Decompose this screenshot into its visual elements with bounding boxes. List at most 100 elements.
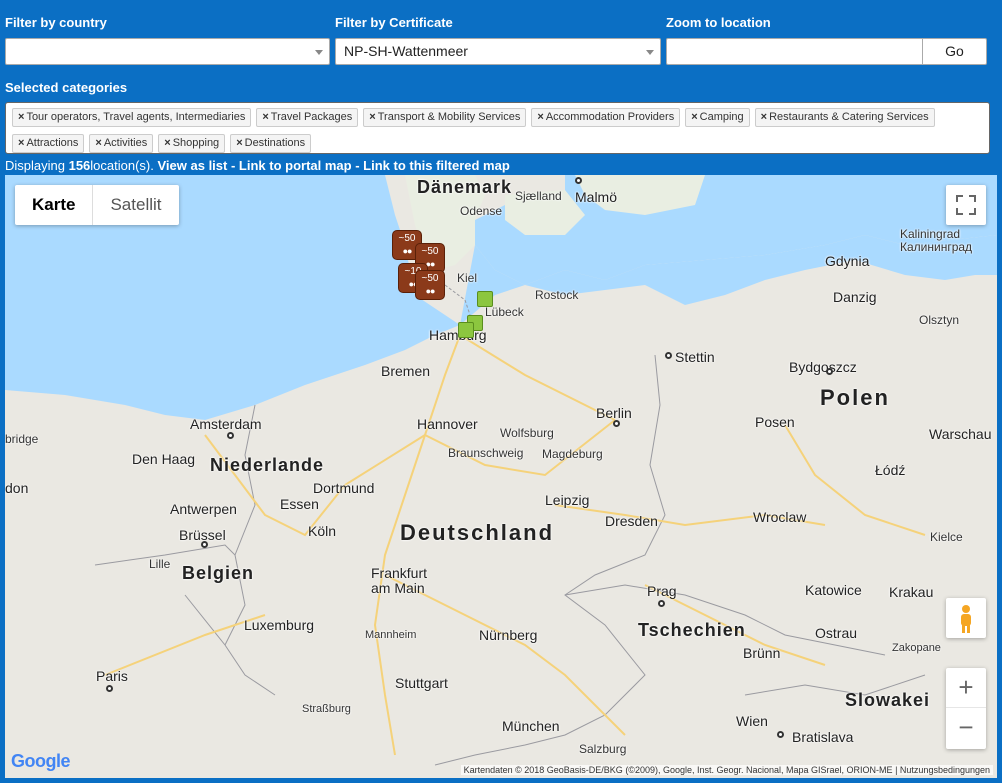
cluster-count: ~50 [398,233,416,244]
place-label: Wolfsburg [500,426,554,440]
place-label: Łódź [875,462,906,478]
place-label: Berlin [596,405,632,421]
category-chip[interactable]: × Destinations [230,134,312,153]
remove-icon[interactable]: × [691,111,697,123]
google-logo: Google [11,751,71,772]
country-filter-label: Filter by country [5,15,107,30]
remove-icon[interactable]: × [164,137,170,149]
portal-map-link[interactable]: Link to portal map [239,158,352,173]
city-dot [106,685,113,692]
info-suffix: location(s). [90,158,158,173]
place-label: Zakopane [892,642,941,654]
selected-categories-label: Selected categories [5,80,128,95]
place-label: Danzig [833,289,877,305]
place-label: Bydgoszcz [789,359,857,375]
cluster-count: ~50 [421,246,439,257]
place-label: Nürnberg [479,627,538,643]
location-cluster[interactable]: ~50 ●● [415,270,445,300]
view-as-list-link[interactable]: View as list [158,158,228,173]
place-label: Frankfurt am Main [371,565,428,596]
remove-icon[interactable]: × [95,137,101,149]
place-label: Dortmund [313,480,375,496]
street-view-button[interactable] [946,598,986,638]
category-chip[interactable]: × Accommodation Providers [531,108,681,127]
chip-label: Tour operators, Travel agents, Intermedi… [26,111,246,123]
place-label: Luxemburg [244,617,315,633]
place-label: Essen [280,496,319,512]
place-label: Dresden [605,513,658,529]
chip-label: Camping [699,111,744,123]
chip-label: Transport & Mobility Services [377,111,521,123]
city-dot [575,177,582,184]
maptype-satellite-button[interactable]: Satellit [93,185,178,225]
place-label: Wroclaw [753,509,807,525]
place-label: Den Haag [132,451,196,467]
city-dot [201,541,208,548]
remove-icon[interactable]: × [369,111,375,123]
terms-link[interactable]: Nutzungsbedingungen [900,765,990,775]
place-label: Magdeburg [542,447,603,461]
separator: - [351,158,364,173]
map-canvas[interactable]: Karte Satellit + − Dänemark Sjælland Mal… [5,175,997,778]
city-dot [777,731,784,738]
place-label: Rostock [535,288,579,302]
country-select[interactable] [5,38,330,65]
place-label: Mannheim [365,629,417,641]
filtered-map-link[interactable]: Link to this filtered map [363,158,510,173]
location-marker[interactable] [477,291,493,307]
city-dot [665,352,672,359]
remove-icon[interactable]: × [18,111,24,123]
place-label: Brünn [743,645,781,661]
chevron-down-icon [646,50,654,55]
go-button[interactable]: Go [922,38,987,65]
fullscreen-icon [956,195,976,215]
category-chip[interactable]: × Travel Packages [256,108,359,127]
zoom-location-input[interactable] [666,38,923,65]
place-label: Sjælland [515,189,562,203]
zoom-out-button[interactable]: − [946,708,986,748]
place-label: Niederlande [210,455,325,475]
zoom-location-label: Zoom to location [666,15,771,30]
maptype-control[interactable]: Karte Satellit [15,185,179,225]
place-label: Dänemark [417,177,513,197]
city-dot [227,432,234,439]
pegman-icon [961,605,971,633]
remove-icon[interactable]: × [18,137,24,149]
chip-label: Accommodation Providers [545,111,675,123]
place-label: Lübeck [485,305,524,319]
zoom-in-button[interactable]: + [946,668,986,708]
maptype-map-button[interactable]: Karte [15,185,94,225]
separator: - [227,158,239,173]
remove-icon[interactable]: × [761,111,767,123]
map-attribution: Kartendaten © 2018 GeoBasis-DE/BKG (©200… [460,765,993,775]
remove-icon[interactable]: × [262,111,268,123]
location-marker[interactable] [458,322,474,338]
place-label: Malmö [575,189,618,205]
place-label: bridge [5,432,39,446]
category-chip[interactable]: × Tour operators, Travel agents, Intermed… [12,108,252,127]
category-chip[interactable]: × Camping [685,108,750,127]
results-info: Displaying 156location(s). View as list … [5,158,510,173]
pin-icon: ●● [425,286,436,296]
category-chip[interactable]: × Restaurants & Catering Services [754,108,935,127]
place-label: Prag [647,583,677,599]
place-label: Stuttgart [395,675,448,691]
place-label: Lille [149,557,171,571]
chevron-down-icon [315,50,323,55]
place-label: Tschechien [638,620,746,640]
remove-icon[interactable]: × [537,111,543,123]
categories-box[interactable]: × Tour operators, Travel agents, Intermed… [5,102,990,154]
place-label: Deutschland [400,520,555,545]
place-label: Polen [820,385,890,410]
category-chip[interactable]: × Shopping [158,134,226,153]
fullscreen-button[interactable] [946,185,986,225]
place-label: Gdynia [825,253,870,269]
remove-icon[interactable]: × [236,137,242,149]
certificate-select[interactable]: NP-SH-Wattenmeer [335,38,661,65]
city-dot [613,420,620,427]
place-label: Belgien [182,563,255,583]
category-chip[interactable]: × Transport & Mobility Services [363,108,527,127]
category-chip[interactable]: × Activities [89,134,154,153]
category-chip[interactable]: × Attractions [12,134,85,153]
place-label: München [502,718,560,734]
